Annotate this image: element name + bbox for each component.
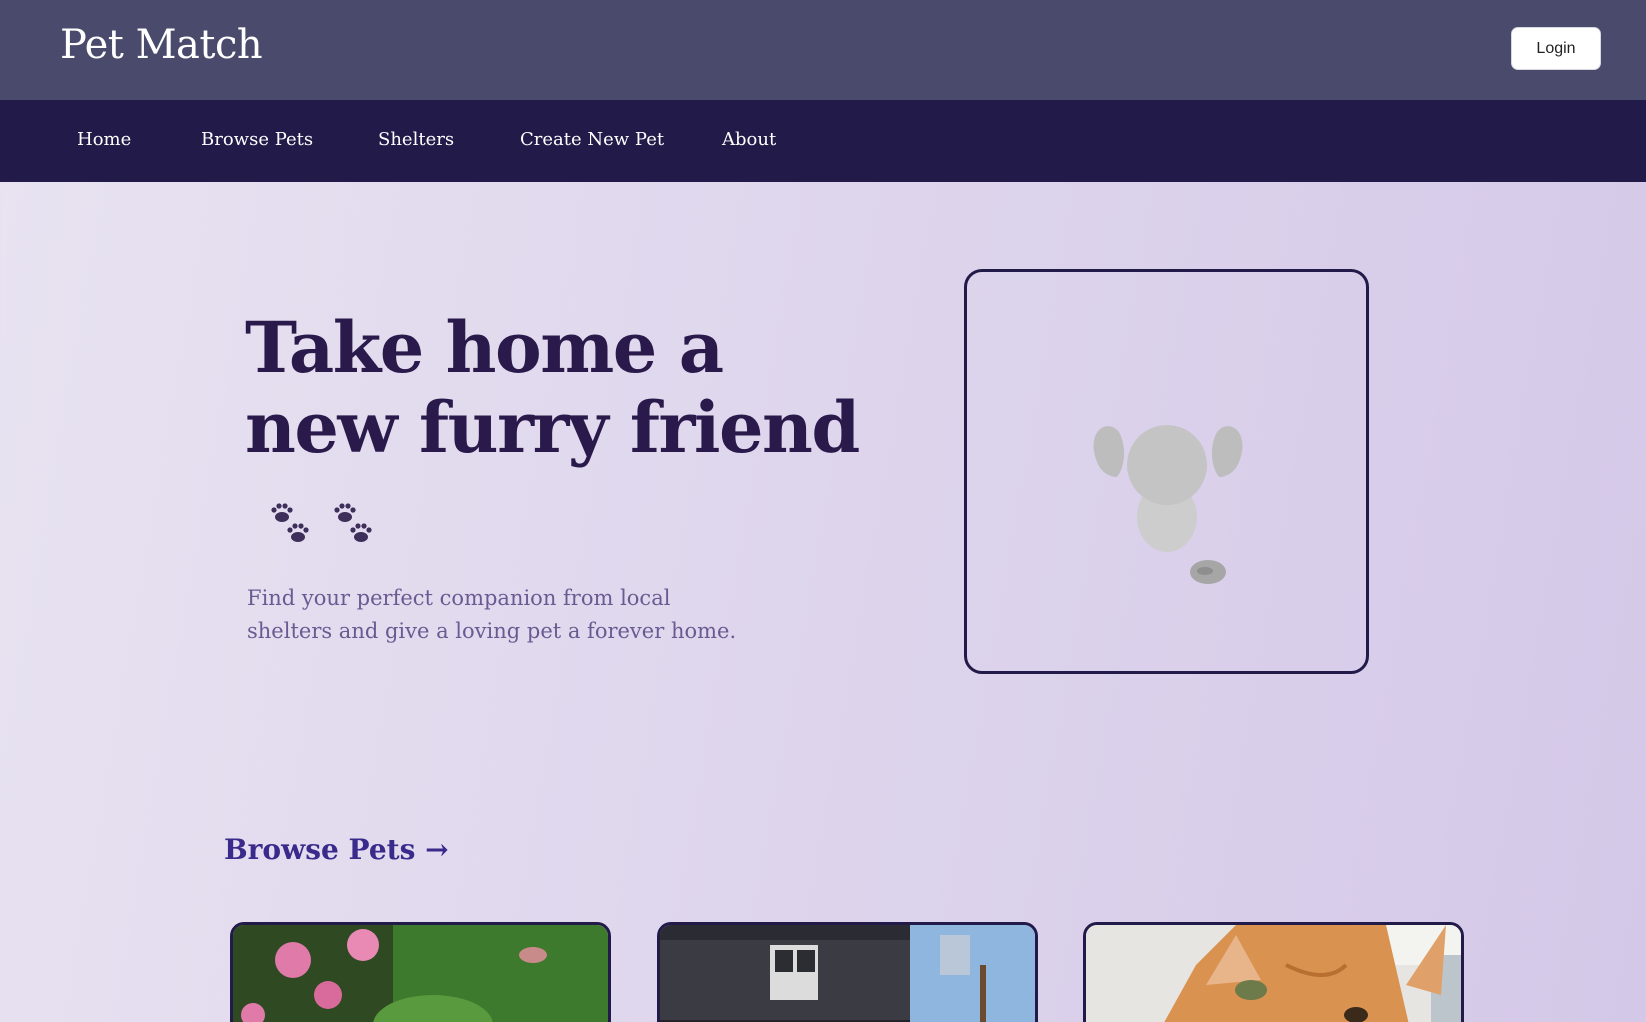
pet-card[interactable] <box>230 922 611 1022</box>
paw-prints <box>268 502 388 546</box>
nav-item-about[interactable]: About <box>722 129 776 150</box>
paw-print-icon <box>334 503 372 542</box>
login-button[interactable]: Login <box>1511 27 1601 70</box>
dog-photo-flowers <box>233 925 608 1022</box>
nav-item-home[interactable]: Home <box>77 129 131 150</box>
hero-subtitle-line-1: Find your perfect companion from local <box>247 586 671 610</box>
hero-subtitle-line-2: shelters and give a loving pet a forever… <box>247 619 737 643</box>
paw-print-icon <box>271 503 309 542</box>
main-nav: Home Browse Pets Shelters Create New Pet… <box>0 100 1646 182</box>
hero-pet-illustration <box>964 269 1369 674</box>
nav-item-browse-pets[interactable]: Browse Pets <box>201 129 313 150</box>
orange-cat-photo <box>1086 925 1461 1022</box>
hero-title: Take home a new furry friend <box>245 308 865 468</box>
brand-logo[interactable]: Pet Match <box>60 22 263 68</box>
hero-title-line-1: Take home a <box>245 306 724 389</box>
hero-subtitle: Find your perfect companion from local s… <box>247 582 767 648</box>
top-header: Pet Match Login <box>0 0 1646 100</box>
nav-item-create-new-pet[interactable]: Create New Pet <box>520 129 664 150</box>
pet-card[interactable] <box>1083 922 1464 1022</box>
hero-title-line-2: new furry friend <box>245 386 860 469</box>
browse-pets-link[interactable]: Browse Pets → <box>224 833 449 866</box>
nav-item-shelters[interactable]: Shelters <box>378 129 454 150</box>
pet-card[interactable] <box>657 922 1038 1022</box>
dog-photo-house <box>660 925 1035 1022</box>
pet-illustration-placeholder <box>1093 425 1243 584</box>
